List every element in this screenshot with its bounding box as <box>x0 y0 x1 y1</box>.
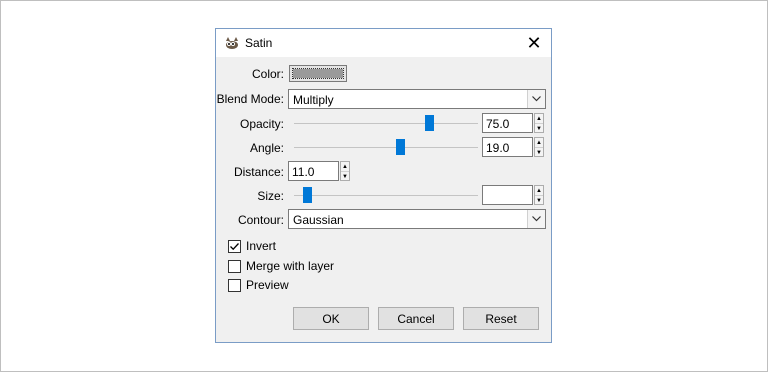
checkmark-icon <box>230 243 239 251</box>
opacity-slider-track[interactable] <box>294 123 478 124</box>
distance-stepper[interactable]: ▲ ▼ <box>340 161 350 181</box>
color-swatch <box>292 68 344 79</box>
merge-with-layer-checkbox[interactable] <box>228 260 241 273</box>
blend-mode-label: Blend Mode: <box>216 92 284 106</box>
spin-up-icon[interactable]: ▲ <box>535 138 543 148</box>
size-stepper[interactable]: ▲ ▼ <box>534 185 544 205</box>
ok-button-label: OK <box>322 311 340 326</box>
angle-slider-track[interactable] <box>294 147 478 148</box>
distance-label: Distance: <box>233 165 284 179</box>
angle-spinbox[interactable]: 19.0 ▲ ▼ <box>482 137 544 157</box>
close-button[interactable]: ✕ <box>517 29 551 57</box>
angle-stepper[interactable]: ▲ ▼ <box>534 137 544 157</box>
size-label: Size: <box>257 189 284 203</box>
opacity-stepper[interactable]: ▲ ▼ <box>534 113 544 133</box>
title-bar[interactable]: Satin ✕ <box>216 29 551 57</box>
preview-label: Preview <box>246 278 289 292</box>
opacity-label: Opacity: <box>239 117 284 131</box>
invert-checkbox[interactable] <box>228 240 241 253</box>
spin-down-icon[interactable]: ▼ <box>535 148 543 157</box>
spin-down-icon[interactable]: ▼ <box>535 196 543 205</box>
cancel-button-label: Cancel <box>397 311 435 326</box>
satin-dialog: Satin ✕ Color: Blend Mode: Multiply Opac… <box>215 28 552 343</box>
chevron-down-icon[interactable] <box>527 90 545 108</box>
gimp-icon <box>226 37 238 49</box>
invert-label: Invert <box>246 239 277 253</box>
blend-mode-value: Multiply <box>293 93 334 107</box>
spin-down-icon[interactable]: ▼ <box>341 172 349 181</box>
dialog-title: Satin <box>245 36 273 50</box>
cancel-button[interactable]: Cancel <box>378 307 454 330</box>
spin-up-icon[interactable]: ▲ <box>535 114 543 124</box>
chevron-down-icon[interactable] <box>527 210 545 228</box>
size-slider-track[interactable] <box>294 195 478 196</box>
angle-slider-thumb[interactable] <box>395 139 405 155</box>
opacity-spinbox[interactable]: 75.0 ▲ ▼ <box>482 113 544 133</box>
blend-mode-select[interactable]: Multiply <box>288 89 546 109</box>
opacity-value: 75.0 <box>486 117 510 131</box>
size-slider-thumb[interactable] <box>302 187 312 203</box>
size-input[interactable] <box>482 185 533 205</box>
distance-input[interactable]: 11.0 <box>288 161 339 181</box>
size-spinbox[interactable]: ▲ ▼ <box>482 185 544 205</box>
contour-select[interactable]: Gaussian <box>288 209 546 229</box>
color-button[interactable] <box>289 65 347 82</box>
ok-button[interactable]: OK <box>293 307 369 330</box>
angle-label: Angle: <box>249 141 284 155</box>
spin-up-icon[interactable]: ▲ <box>535 186 543 196</box>
opacity-input[interactable]: 75.0 <box>482 113 533 133</box>
preview-checkbox[interactable] <box>228 279 241 292</box>
contour-label: Contour: <box>237 213 284 227</box>
distance-value: 11.0 <box>292 165 315 179</box>
reset-button[interactable]: Reset <box>463 307 539 330</box>
opacity-slider-thumb[interactable] <box>425 115 435 131</box>
merge-with-layer-label: Merge with layer <box>246 259 335 273</box>
spin-up-icon[interactable]: ▲ <box>341 162 349 172</box>
angle-input[interactable]: 19.0 <box>482 137 533 157</box>
reset-button-label: Reset <box>485 311 517 326</box>
spin-down-icon[interactable]: ▼ <box>535 124 543 133</box>
color-label: Color: <box>251 67 284 81</box>
contour-value: Gaussian <box>293 213 344 227</box>
angle-value: 19.0 <box>486 141 510 155</box>
distance-spinbox[interactable]: 11.0 ▲ ▼ <box>288 161 350 181</box>
close-icon: ✕ <box>526 32 542 53</box>
